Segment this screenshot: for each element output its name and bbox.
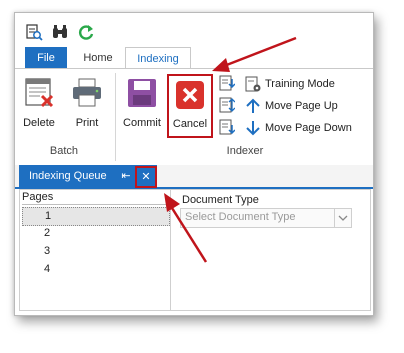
annotation-arrows bbox=[164, 36, 297, 263]
arrow-to-cancel bbox=[212, 36, 297, 72]
arrow-to-close bbox=[164, 193, 208, 263]
